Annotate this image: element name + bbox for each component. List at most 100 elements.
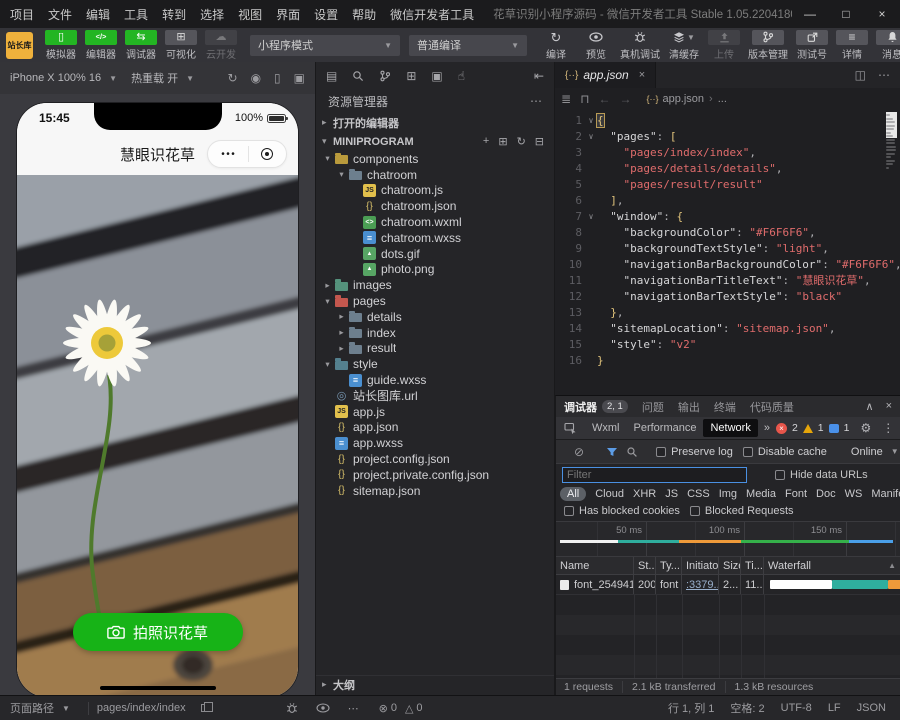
view-button-调试器[interactable]: ⇆调试器: [125, 30, 157, 61]
tree-item-result[interactable]: ▸result: [316, 341, 554, 357]
new-file-icon[interactable]: +: [483, 135, 489, 148]
panel-tab-输出[interactable]: 输出: [678, 399, 700, 415]
request-row[interactable]: font_254941...200font:3379...2...11...: [556, 575, 900, 595]
tree-item-chatroom.js[interactable]: JSchatroom.js: [316, 183, 554, 199]
sort-icon[interactable]: ▲: [888, 561, 896, 570]
collapse-all-icon[interactable]: ⊟: [535, 135, 544, 148]
filter-chip-Doc[interactable]: Doc: [816, 488, 836, 500]
error-badge-icon[interactable]: ×: [776, 423, 787, 434]
menu-item-帮助[interactable]: 帮助: [345, 6, 383, 23]
tab-overflow-icon[interactable]: »: [764, 422, 770, 434]
tree-item-index[interactable]: ▸index: [316, 325, 554, 341]
filter-input[interactable]: [562, 467, 747, 483]
minimize-button[interactable]: —: [792, 0, 828, 28]
capsule-menu[interactable]: •••: [207, 140, 287, 168]
menu-item-转到[interactable]: 转到: [155, 6, 193, 23]
menu-item-文件[interactable]: 文件: [41, 6, 79, 23]
tree-item-chatroom.wxss[interactable]: ≡chatroom.wxss: [316, 230, 554, 246]
action-button-版本管理[interactable]: 版本管理: [748, 30, 788, 61]
tree-item-站长图库.url[interactable]: ◎站长图库.url: [316, 388, 554, 404]
project-root-section[interactable]: ▾ MINIPROGRAM + ⊞ ↻ ⊟: [316, 132, 554, 151]
exit-target-icon[interactable]: [249, 148, 287, 160]
outline-section[interactable]: ▸ 大纲: [316, 675, 554, 693]
inspect-element-icon[interactable]: [564, 422, 577, 434]
action-button-编译[interactable]: ↻编译: [540, 30, 572, 61]
tree-item-dots.gif[interactable]: ▲dots.gif: [316, 246, 554, 262]
preserve-log-checkbox[interactable]: Preserve log: [656, 446, 733, 458]
tree-item-app.json[interactable]: {}app.json: [316, 420, 554, 436]
filter-chip-Cloud[interactable]: Cloud: [595, 488, 624, 500]
panel-tab-代码质量[interactable]: 代码质量: [750, 399, 794, 415]
view-button-可视化[interactable]: ⊞可视化: [165, 30, 197, 61]
filter-chip-Font[interactable]: Font: [785, 488, 807, 500]
tree-item-components[interactable]: ▾components: [316, 151, 554, 167]
tree-item-style[interactable]: ▾style: [316, 356, 554, 372]
collapse-panel-icon[interactable]: ∧: [866, 400, 874, 413]
more-actions-icon[interactable]: ⋯: [878, 68, 890, 82]
fold-arrow[interactable]: ∨: [585, 113, 597, 129]
has-blocked-cookies-checkbox[interactable]: Has blocked cookies: [564, 505, 680, 517]
tree-item-sitemap.json[interactable]: {}sitemap.json: [316, 483, 554, 499]
tree-item-details[interactable]: ▸details: [316, 309, 554, 325]
page-path-select[interactable]: 页面路径▼: [10, 700, 70, 716]
nav-forward-icon[interactable]: →: [619, 92, 631, 106]
warning-badge-icon[interactable]: [803, 424, 813, 433]
menu-item-选择[interactable]: 选择: [193, 6, 231, 23]
action-button-测试号[interactable]: 测试号: [796, 30, 828, 61]
hand-icon[interactable]: ☝: [458, 69, 465, 83]
git-branch-icon[interactable]: [379, 70, 391, 82]
panel-tab-终端[interactable]: 终端: [714, 399, 736, 415]
collapse-panel-icon[interactable]: ⇤: [534, 69, 544, 83]
action-button-消息[interactable]: 消息: [876, 30, 900, 61]
network-timeline-overview[interactable]: 50 ms100 ms150 ms: [556, 521, 900, 557]
filter-chip-CSS[interactable]: CSS: [687, 488, 710, 500]
hot-reload-select[interactable]: 热重载 开▼: [131, 70, 194, 86]
multi-window-icon[interactable]: ▣: [294, 71, 305, 85]
code-area[interactable]: 1∨{2∨ "pages": [3 "pages/index/index",4 …: [555, 110, 900, 369]
device-frame-icon[interactable]: ▯: [274, 71, 281, 85]
menu-item-微信开发者工具[interactable]: 微信开发者工具: [383, 6, 481, 23]
problem-counts[interactable]: ⊗0 △0: [379, 702, 423, 715]
kebab-menu-icon[interactable]: ⋮: [882, 421, 894, 435]
menu-item-设置[interactable]: 设置: [307, 6, 345, 23]
debug-status-icon[interactable]: [286, 702, 298, 714]
more-actions-icon[interactable]: ⋯: [530, 94, 542, 108]
rotate-icon[interactable]: ↻: [228, 71, 238, 85]
fold-arrow[interactable]: ∨: [585, 129, 597, 145]
maximize-button[interactable]: □: [828, 0, 864, 28]
compile-mode-select[interactable]: 普通编译▼: [409, 35, 527, 56]
tree-item-photo.png[interactable]: ▲photo.png: [316, 262, 554, 278]
tree-item-app.wxss[interactable]: ≡app.wxss: [316, 435, 554, 451]
files-icon[interactable]: ▤: [326, 69, 337, 83]
action-button-上传[interactable]: 上传: [708, 30, 740, 61]
tree-item-images[interactable]: ▸images: [316, 277, 554, 293]
view-button-云开发[interactable]: ☁云开发: [205, 30, 237, 61]
tree-item-chatroom.json[interactable]: {}chatroom.json: [316, 198, 554, 214]
settings-gear-icon[interactable]: ⚙: [860, 421, 871, 435]
column-header-Waterfall[interactable]: Waterfall▲: [764, 557, 900, 574]
menu-item-界面[interactable]: 界面: [269, 6, 307, 23]
column-header-St...[interactable]: St...: [634, 557, 656, 574]
split-editor-icon[interactable]: ◫: [855, 68, 866, 82]
column-header-Ty...[interactable]: Ty...: [656, 557, 682, 574]
filter-chip-XHR[interactable]: XHR: [633, 488, 656, 500]
tree-item-pages[interactable]: ▾pages: [316, 293, 554, 309]
menu-icon[interactable]: ≣: [561, 92, 571, 106]
devtools-tab-Network[interactable]: Network: [703, 419, 757, 437]
more-status-icon[interactable]: ⋯: [348, 702, 359, 715]
action-button-预览[interactable]: 预览: [580, 30, 612, 61]
column-header-Size[interactable]: Size: [719, 557, 741, 574]
bookmark-icon[interactable]: ⊓: [580, 92, 589, 106]
devtools-tab-Performance[interactable]: Performance: [627, 419, 704, 437]
filter-chip-Img[interactable]: Img: [719, 488, 737, 500]
menu-item-编辑[interactable]: 编辑: [79, 6, 117, 23]
device-select[interactable]: iPhone X 100% 16▼: [10, 72, 117, 84]
tab-app-json[interactable]: {··} app.json ×: [555, 62, 656, 88]
column-header-Ti...[interactable]: Ti...: [741, 557, 764, 574]
close-icon[interactable]: ×: [639, 69, 645, 81]
fold-arrow[interactable]: ∨: [585, 209, 597, 225]
tree-item-app.js[interactable]: JSapp.js: [316, 404, 554, 420]
tree-item-guide.wxss[interactable]: ≡guide.wxss: [316, 372, 554, 388]
filter-chip-JS[interactable]: JS: [665, 488, 678, 500]
menu-item-项目[interactable]: 项目: [0, 6, 41, 23]
